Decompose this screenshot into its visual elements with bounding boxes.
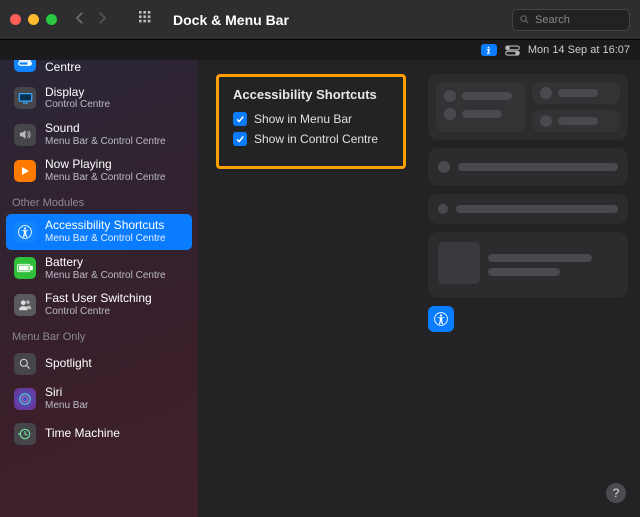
forward-button[interactable] <box>93 9 111 30</box>
checkbox-checked-icon <box>233 132 247 146</box>
siri-icon <box>14 388 36 410</box>
back-button[interactable] <box>71 9 89 30</box>
battery-icon <box>14 257 36 279</box>
main-area: Menu Bar & Control Centre Display Contro… <box>0 60 640 517</box>
preview-accessibility-tile <box>428 306 454 332</box>
sidebar-group-other-modules: Other Modules <box>0 189 198 213</box>
sidebar-item-siri[interactable]: Siri Menu Bar <box>6 381 192 416</box>
option-show-in-menubar[interactable]: Show in Menu Bar <box>233 112 389 126</box>
highlight-annotation: Accessibility Shortcuts Show in Menu Bar… <box>216 74 406 169</box>
sidebar-item-battery[interactable]: Battery Menu Bar & Control Centre <box>6 251 192 286</box>
minimize-window-button[interactable] <box>28 14 39 25</box>
checkbox-checked-icon <box>233 112 247 126</box>
nav-arrows <box>71 9 111 30</box>
sidebar-item-accessibility-shortcuts[interactable]: Accessibility Shortcuts Menu Bar & Contr… <box>6 214 192 249</box>
sound-icon <box>14 124 36 146</box>
search-field[interactable]: Search <box>512 9 630 31</box>
time-machine-icon <box>14 423 36 445</box>
zoom-window-button[interactable] <box>46 14 57 25</box>
control-centre-menubar-icon <box>505 45 520 56</box>
display-icon <box>14 87 36 109</box>
sidebar-item-now-playing[interactable]: Now Playing Menu Bar & Control Centre <box>6 153 192 188</box>
sidebar-item-display[interactable]: Display Control Centre <box>6 81 192 116</box>
sidebar-item-fast-user-switching[interactable]: Fast User Switching Control Centre <box>6 287 192 322</box>
search-placeholder: Search <box>535 14 570 26</box>
accessibility-icon <box>14 221 36 243</box>
help-button[interactable]: ? <box>606 483 626 503</box>
sidebar-item-sound[interactable]: Sound Menu Bar & Control Centre <box>6 117 192 152</box>
sidebar: Menu Bar & Control Centre Display Contro… <box>0 60 198 517</box>
sidebar-item-spotlight[interactable]: Spotlight <box>6 348 192 380</box>
menubar-preview-strip: Mon 14 Sep at 16:07 <box>0 40 640 60</box>
window-title: Dock & Menu Bar <box>173 12 289 28</box>
menubar-datetime: Mon 14 Sep at 16:07 <box>528 44 630 56</box>
sidebar-item-cc-partial[interactable]: Menu Bar & Control Centre <box>6 60 192 80</box>
option-show-in-control-centre[interactable]: Show in Control Centre <box>233 132 389 146</box>
now-playing-icon <box>14 160 36 182</box>
control-centre-preview <box>428 74 628 332</box>
sidebar-group-menubar-only: Menu Bar Only <box>0 323 198 347</box>
sidebar-item-time-machine[interactable]: Time Machine <box>6 418 192 450</box>
accessibility-menubar-icon <box>481 44 497 56</box>
window-controls <box>10 14 57 25</box>
all-prefs-grid-button[interactable] <box>139 11 153 28</box>
user-switching-icon <box>14 294 36 316</box>
content-pane: Accessibility Shortcuts Show in Menu Bar… <box>198 60 640 517</box>
spotlight-icon <box>14 353 36 375</box>
control-centre-icon <box>14 60 36 72</box>
panel-heading: Accessibility Shortcuts <box>233 87 389 102</box>
close-window-button[interactable] <box>10 14 21 25</box>
window-titlebar: Dock & Menu Bar Search <box>0 0 640 40</box>
